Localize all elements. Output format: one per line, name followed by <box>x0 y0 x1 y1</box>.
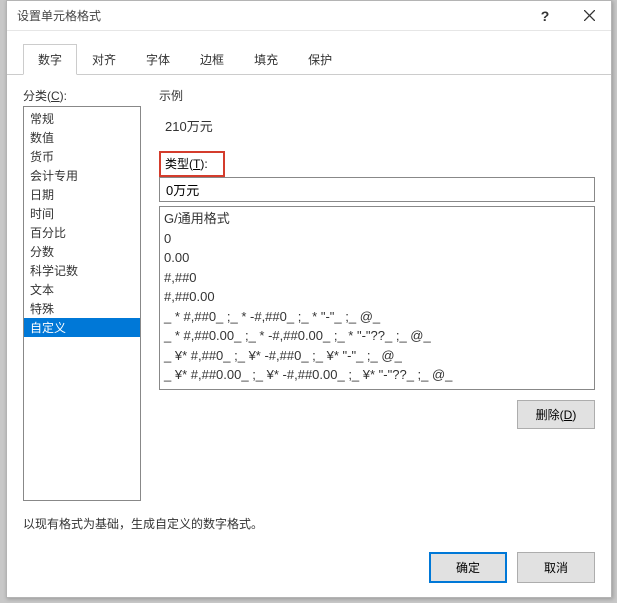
list-item[interactable]: 常规 <box>24 109 140 128</box>
list-item[interactable]: 百分比 <box>24 223 140 242</box>
ok-button[interactable]: 确定 <box>429 552 507 583</box>
help-button[interactable]: ? <box>523 1 567 31</box>
list-item[interactable]: G/通用格式 <box>164 209 590 229</box>
list-item[interactable]: 自定义 <box>24 318 140 337</box>
category-label: 分类(C): <box>23 87 141 104</box>
list-item[interactable]: 文本 <box>24 280 140 299</box>
type-label: 类型(T): <box>165 157 208 171</box>
list-item[interactable]: 会计专用 <box>24 166 140 185</box>
list-item[interactable]: 日期 <box>24 185 140 204</box>
upper-section: 分类(C): 常规 数值 货币 会计专用 日期 时间 百分比 分数 科学记数 文… <box>23 87 595 501</box>
list-item[interactable]: #,##0;-#,##0 <box>164 385 590 391</box>
format-cells-dialog: 设置单元格格式 ? 数字 对齐 字体 边框 填充 保护 分类(C): 常规 数值… <box>6 0 612 598</box>
tab-protection[interactable]: 保护 <box>293 44 347 75</box>
delete-button[interactable]: 删除(D) <box>517 400 595 429</box>
list-item[interactable]: #,##0 <box>164 268 590 288</box>
dialog-footer: 确定 取消 <box>7 540 611 597</box>
list-item[interactable]: 0 <box>164 229 590 249</box>
category-panel: 分类(C): 常规 数值 货币 会计专用 日期 时间 百分比 分数 科学记数 文… <box>23 87 141 501</box>
tab-fill[interactable]: 填充 <box>239 44 293 75</box>
list-item[interactable]: _ ¥* #,##0_ ;_ ¥* -#,##0_ ;_ ¥* "-"_ ;_ … <box>164 346 590 366</box>
tab-number[interactable]: 数字 <box>23 44 77 75</box>
type-input[interactable] <box>159 177 595 202</box>
cancel-button[interactable]: 取消 <box>517 552 595 583</box>
tabs: 数字 对齐 字体 边框 填充 保护 <box>7 31 611 75</box>
tab-border[interactable]: 边框 <box>185 44 239 75</box>
category-listbox[interactable]: 常规 数值 货币 会计专用 日期 时间 百分比 分数 科学记数 文本 特殊 自定… <box>23 106 141 501</box>
detail-panel: 示例 210万元 类型(T): G/通用格式 0 0.00 #,##0 #,##… <box>159 87 595 501</box>
list-item[interactable]: 时间 <box>24 204 140 223</box>
tab-alignment[interactable]: 对齐 <box>77 44 131 75</box>
dialog-body: 分类(C): 常规 数值 货币 会计专用 日期 时间 百分比 分数 科学记数 文… <box>7 75 611 540</box>
format-codes-listbox[interactable]: G/通用格式 0 0.00 #,##0 #,##0.00 _ * #,##0_ … <box>159 206 595 390</box>
list-item[interactable]: 科学记数 <box>24 261 140 280</box>
close-button[interactable] <box>567 1 611 31</box>
list-item[interactable]: 0.00 <box>164 248 590 268</box>
dialog-title: 设置单元格格式 <box>17 7 523 24</box>
titlebar: 设置单元格格式 ? <box>7 1 611 31</box>
list-item[interactable]: 分数 <box>24 242 140 261</box>
list-item[interactable]: 货币 <box>24 147 140 166</box>
tab-font[interactable]: 字体 <box>131 44 185 75</box>
list-item[interactable]: 数值 <box>24 128 140 147</box>
type-label-highlight: 类型(T): <box>159 151 225 177</box>
delete-row: 删除(D) <box>159 400 595 429</box>
sample-value: 210万元 <box>159 108 595 151</box>
list-item[interactable]: 特殊 <box>24 299 140 318</box>
list-item[interactable]: _ ¥* #,##0.00_ ;_ ¥* -#,##0.00_ ;_ ¥* "-… <box>164 365 590 385</box>
note-text: 以现有格式为基础，生成自定义的数字格式。 <box>23 515 595 532</box>
list-item[interactable]: _ * #,##0_ ;_ * -#,##0_ ;_ * "-"_ ;_ @_ <box>164 307 590 327</box>
close-icon <box>584 10 595 21</box>
list-item[interactable]: _ * #,##0.00_ ;_ * -#,##0.00_ ;_ * "-"??… <box>164 326 590 346</box>
sample-label: 示例 <box>159 87 595 104</box>
list-item[interactable]: #,##0.00 <box>164 287 590 307</box>
